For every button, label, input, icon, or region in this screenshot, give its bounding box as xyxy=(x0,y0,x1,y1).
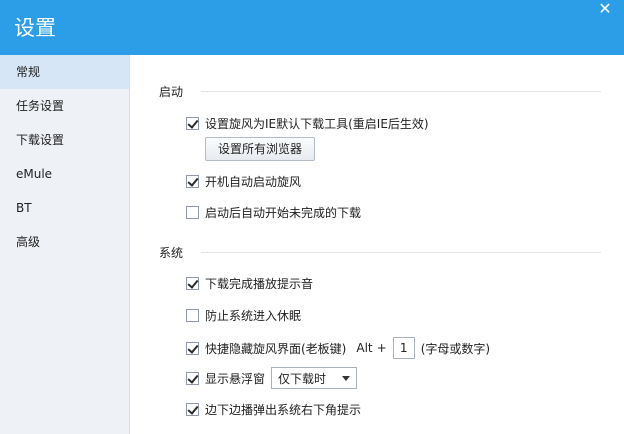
sidebar-item-advanced[interactable]: 高级 xyxy=(0,225,129,259)
option-show-float[interactable]: 显示悬浮窗 仅下载时 xyxy=(186,366,358,390)
settings-panel: 启动 设置旋风为IE默认下载工具(重启IE后生效) 设置所有浏览器 开机自动启动… xyxy=(131,55,624,434)
select-value: 仅下载时 xyxy=(278,371,327,386)
window-title: 设置 xyxy=(14,16,56,40)
option-boss-key[interactable]: 快捷隐藏旋风界面(老板键) Alt + 1 (字母或数字) xyxy=(186,336,490,360)
title-bar: 设置 ✕ xyxy=(0,0,624,55)
option-label: 防止系统进入休眠 xyxy=(205,308,302,323)
close-icon[interactable]: ✕ xyxy=(594,0,616,18)
checkbox[interactable] xyxy=(186,205,199,219)
checkbox[interactable] xyxy=(186,116,199,130)
checkbox[interactable] xyxy=(186,341,199,355)
option-auto-resume[interactable]: 启动后自动开始未完成的下载 xyxy=(186,203,361,221)
plus-label: + xyxy=(376,341,387,355)
option-label: 边下边播弹出系统右下角提示 xyxy=(205,402,362,417)
option-label: 启动后自动开始未完成的下载 xyxy=(205,205,362,220)
section-title-system: 系统 xyxy=(159,246,184,260)
option-ie-default[interactable]: 设置旋风为IE默认下载工具(重启IE后生效) xyxy=(186,114,429,132)
option-play-sound[interactable]: 下载完成播放提示音 xyxy=(186,274,313,292)
sidebar-item-bt[interactable]: BT xyxy=(0,191,129,225)
checkbox[interactable] xyxy=(186,402,199,416)
sidebar-item-emule[interactable]: eMule xyxy=(0,157,129,191)
option-label: 开机自动启动旋风 xyxy=(205,174,302,189)
option-prevent-sleep[interactable]: 防止系统进入休眠 xyxy=(186,306,301,324)
checkbox[interactable] xyxy=(186,174,199,188)
option-label: 下载完成播放提示音 xyxy=(205,276,314,291)
chevron-down-icon xyxy=(342,375,351,381)
set-all-browsers-button[interactable]: 设置所有浏览器 xyxy=(205,137,315,161)
key-hint: (字母或数字) xyxy=(420,341,491,356)
float-window-select[interactable]: 仅下载时 xyxy=(271,367,358,389)
option-label: 显示悬浮窗 xyxy=(205,371,266,386)
section-title-startup: 启动 xyxy=(159,85,184,99)
checkbox[interactable] xyxy=(186,276,199,290)
sidebar-item-task-settings[interactable]: 任务设置 xyxy=(0,89,129,123)
checkbox[interactable] xyxy=(186,371,199,385)
sidebar-item-download-settings[interactable]: 下载设置 xyxy=(0,123,129,157)
sidebar: 常规 任务设置 下载设置 eMule BT 高级 xyxy=(0,55,130,434)
option-label: 设置旋风为IE默认下载工具(重启IE后生效) xyxy=(205,116,429,131)
option-edge-popup[interactable]: 边下边播弹出系统右下角提示 xyxy=(186,400,361,418)
alt-key-label: Alt xyxy=(356,341,373,355)
boss-key-input[interactable]: 1 xyxy=(392,337,415,359)
sidebar-item-general[interactable]: 常规 xyxy=(0,55,129,89)
checkbox[interactable] xyxy=(186,308,199,322)
section-divider xyxy=(201,91,601,92)
section-divider xyxy=(201,252,601,253)
option-label: 快捷隐藏旋风界面(老板键) xyxy=(205,341,347,356)
option-auto-launch[interactable]: 开机自动启动旋风 xyxy=(186,172,301,190)
